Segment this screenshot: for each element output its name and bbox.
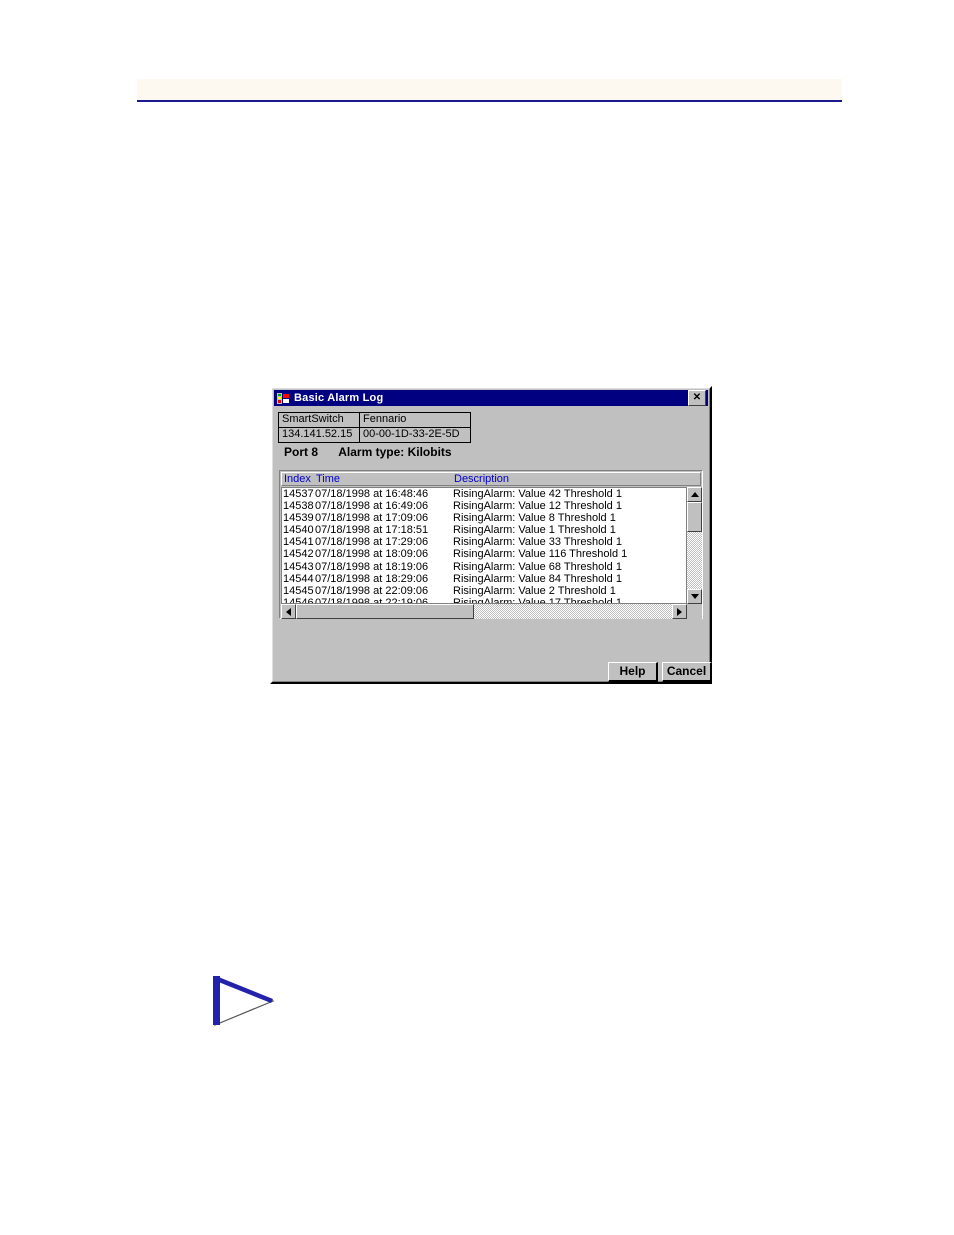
alarm-log-list-panel: Index Time Description 14537 07/18/1998 a… <box>279 470 703 619</box>
scroll-up-arrow-icon[interactable] <box>687 487 702 502</box>
table-row: SmartSwitch Fennario <box>278 412 471 428</box>
row-index: 14546 <box>283 596 314 604</box>
dialog-titlebar[interactable]: Basic Alarm Log ✕ <box>274 390 708 406</box>
arrow-up-glyph <box>690 492 699 497</box>
row-index: 14545 <box>283 584 314 597</box>
row-time: 07/18/1998 at 16:49:06 <box>315 500 429 513</box>
row-time: 07/18/1998 at 16:48:46 <box>315 488 429 500</box>
row-description: RisingAlarm: Value 42 Threshold 1 <box>453 488 622 500</box>
row-time: 07/18/1998 at 17:09:06 <box>315 512 429 525</box>
arrow-left-glyph <box>286 607 291 616</box>
row-index: 14540 <box>283 524 314 537</box>
scroll-down-arrow-icon[interactable] <box>687 589 702 604</box>
row-index: 14537 <box>283 488 314 500</box>
app-icon <box>276 391 290 405</box>
close-icon[interactable]: ✕ <box>688 390 706 406</box>
table-row[interactable]: 14539 07/18/1998 at 17:09:06 RisingAlarm: … <box>283 512 686 524</box>
row-description: RisingAlarm: Value 68 Threshold 1 <box>453 560 622 573</box>
row-time: 07/18/1998 at 18:29:06 <box>315 572 429 585</box>
column-header-description: Description <box>454 473 510 485</box>
device-mac-address: 00-00-1D-33-2E-5D <box>359 427 471 443</box>
basic-alarm-log-dialog: Basic Alarm Log ✕ SmartSwitch Fennario 1… <box>270 386 712 684</box>
row-time: 07/18/1998 at 17:18:51 <box>315 524 429 537</box>
list-column-headers: Index Time Description <box>281 472 701 486</box>
column-header-index: Index <box>284 473 311 485</box>
row-time: 07/18/1998 at 17:29:06 <box>315 536 429 549</box>
row-description: RisingAlarm: Value 1 Threshold 1 <box>453 524 616 537</box>
table-row[interactable]: 14545 07/18/1998 at 22:09:06 RisingAlarm: … <box>283 585 686 597</box>
row-description: RisingAlarm: Value 116 Threshold 1 <box>453 548 628 561</box>
row-index: 14544 <box>283 572 314 585</box>
page-header-rule <box>137 100 842 102</box>
row-index: 14539 <box>283 512 314 525</box>
cancel-button[interactable]: Cancel <box>662 662 712 682</box>
row-description: RisingAlarm: Value 12 Threshold 1 <box>453 500 622 513</box>
device-ip-address: 134.141.52.15 <box>278 427 360 443</box>
horizontal-scrollbar[interactable] <box>281 604 702 619</box>
table-row: 134.141.52.15 00-00-1D-33-2E-5D <box>278 427 471 443</box>
table-row[interactable]: 14541 07/18/1998 at 17:29:06 RisingAlarm: … <box>283 536 686 548</box>
row-description: RisingAlarm: Value 8 Threshold 1 <box>453 512 616 525</box>
row-index: 14538 <box>283 500 314 513</box>
row-time: 07/18/1998 at 18:19:06 <box>315 560 429 573</box>
row-time: 07/18/1998 at 22:09:06 <box>315 584 429 597</box>
device-info-table: SmartSwitch Fennario 134.141.52.15 00-00… <box>278 412 471 443</box>
scroll-right-arrow-icon[interactable] <box>672 604 687 619</box>
scroll-left-arrow-icon[interactable] <box>281 604 296 619</box>
device-name: Fennario <box>359 412 471 428</box>
vertical-scrollbar[interactable] <box>687 487 702 604</box>
horizontal-scrollbar-thumb[interactable] <box>296 604 474 619</box>
device-product: SmartSwitch <box>278 412 360 428</box>
row-description: RisingAlarm: Value 84 Threshold 1 <box>453 572 622 585</box>
column-header-time: Time <box>316 473 341 485</box>
row-index: 14542 <box>283 548 314 561</box>
port-label: Port 8 <box>284 445 319 459</box>
arrow-down-glyph <box>690 594 699 599</box>
table-row[interactable]: 14543 07/18/1998 at 18:19:06 RisingAlarm: … <box>283 561 686 573</box>
help-button[interactable]: Help <box>608 662 658 682</box>
dialog-title: Basic Alarm Log <box>294 392 384 404</box>
alarm-log-rows-viewport[interactable]: 14537 07/18/1998 at 16:48:46 RisingAlarm: … <box>281 487 687 604</box>
row-time: 07/18/1998 at 18:09:06 <box>315 548 429 561</box>
row-description: RisingAlarm: Value 17 Threshold 1 <box>453 596 622 604</box>
row-time: 07/18/1998 at 22:19:06 <box>315 596 429 604</box>
row-index: 14543 <box>283 560 314 573</box>
table-row[interactable]: 14540 07/18/1998 at 17:18:51 RisingAlarm: … <box>283 524 686 536</box>
arrow-right-glyph <box>677 607 682 616</box>
table-row[interactable]: 14542 07/18/1998 at 18:09:06 RisingAlarm: … <box>283 548 686 560</box>
page-header-band <box>137 79 842 101</box>
table-row[interactable]: 14537 07/18/1998 at 16:48:46 RisingAlarm: … <box>283 488 686 500</box>
alarm-log-rows: 14537 07/18/1998 at 16:48:46 RisingAlarm: … <box>283 488 686 604</box>
scrollbar-corner <box>687 604 702 619</box>
blue-triangle-pointer-icon <box>211 975 283 1027</box>
row-description: RisingAlarm: Value 2 Threshold 1 <box>453 584 616 597</box>
vertical-scrollbar-thumb[interactable] <box>687 502 702 532</box>
table-row[interactable]: 14546 07/18/1998 at 22:19:06 RisingAlarm: … <box>283 596 686 604</box>
row-description: RisingAlarm: Value 33 Threshold 1 <box>453 536 622 549</box>
alarm-type-label: Alarm type: Kilobits <box>338 445 452 459</box>
port-alarm-heading: Port 8 Alarm type: Kilobits <box>284 445 452 459</box>
table-row[interactable]: 14538 07/18/1998 at 16:49:06 RisingAlarm: … <box>283 500 686 512</box>
row-index: 14541 <box>283 536 314 549</box>
table-row[interactable]: 14544 07/18/1998 at 18:29:06 RisingAlarm: … <box>283 573 686 585</box>
